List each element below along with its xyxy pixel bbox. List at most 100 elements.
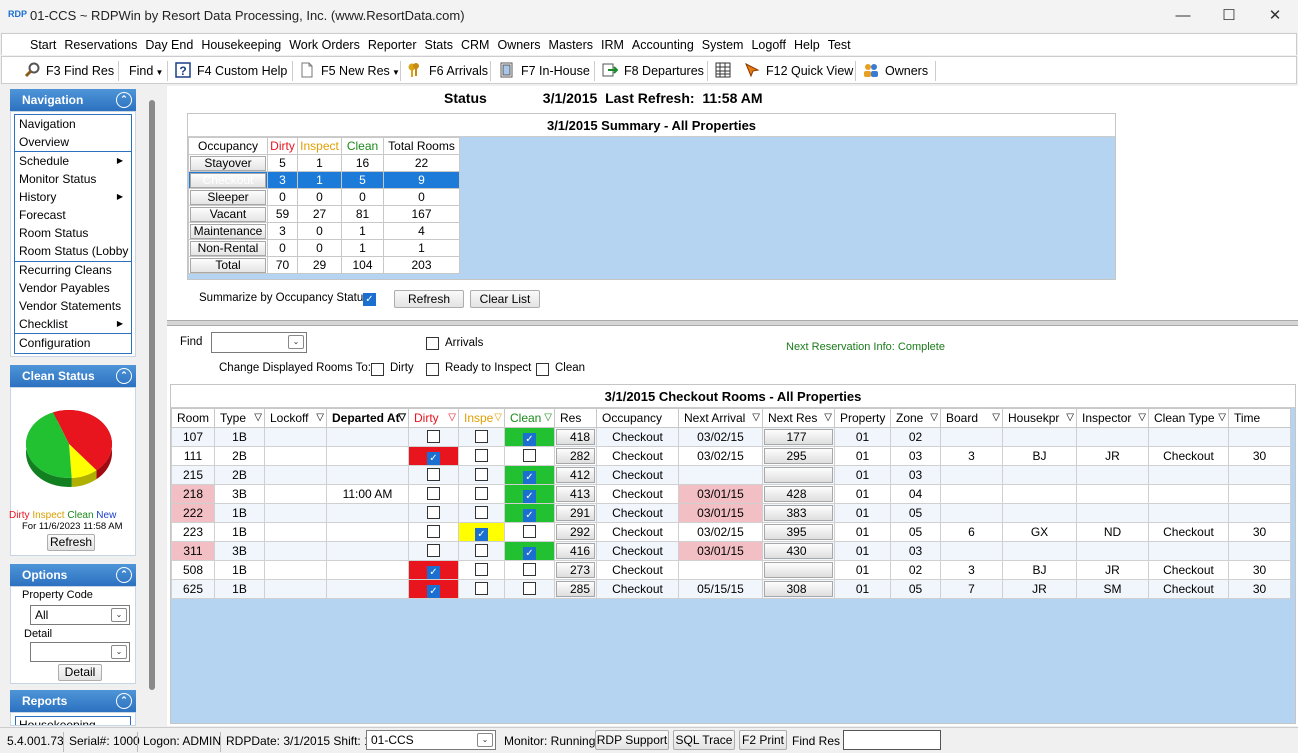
clean-checkbox[interactable]: ✓ (523, 489, 536, 503)
dirty-checkbox[interactable] (427, 506, 440, 519)
dirty-checkbox[interactable] (371, 363, 384, 376)
column-header[interactable]: Dirty ▽ (408, 408, 459, 428)
menu-test[interactable]: Test (824, 34, 855, 56)
menu-logoff[interactable]: Logoff (747, 34, 790, 56)
column-header[interactable]: Zone ▽ (890, 408, 941, 428)
column-header[interactable]: Res (554, 408, 597, 428)
inspect-checkbox[interactable] (475, 582, 488, 595)
occupancy-button[interactable]: Non-Rental (190, 240, 266, 256)
summarize-checkbox[interactable]: ✓ (363, 293, 376, 306)
quick-view-button[interactable]: F12 Quick View (744, 60, 853, 82)
next-res-button[interactable]: 308 (764, 581, 833, 597)
clean-status-refresh-button[interactable]: Refresh (47, 534, 95, 551)
departures-button[interactable]: F8 Departures (602, 60, 704, 82)
filter-icon[interactable]: ▽ (992, 412, 1000, 423)
filter-icon[interactable]: ▽ (448, 412, 456, 423)
nav-item-vendor-payables[interactable]: Vendor Payables (19, 280, 110, 296)
filter-icon[interactable]: ▽ (494, 412, 502, 423)
res-button[interactable]: 285 (556, 581, 595, 597)
summary-row[interactable]: Vacant 59 27 81 167 (188, 205, 460, 223)
column-header[interactable]: Clean Type ▽ (1148, 408, 1229, 428)
nav-item-room-status-lobby[interactable]: Room Status (Lobby (19, 243, 128, 259)
new-res-button[interactable]: F5 New Res ▼ (299, 60, 400, 82)
res-button[interactable]: 416 (556, 543, 595, 559)
nav-item-overview[interactable]: Overview (19, 134, 69, 150)
menu-start[interactable]: Start (26, 34, 60, 56)
filter-icon[interactable]: ▽ (398, 412, 406, 423)
left-panel-scrollbar[interactable] (149, 100, 155, 690)
collapse-icon[interactable]: ⌃ (116, 693, 132, 709)
nav-item-vendor-statements[interactable]: Vendor Statements (19, 298, 121, 314)
filter-icon[interactable]: ▽ (1066, 412, 1074, 423)
next-res-button[interactable]: 383 (764, 505, 833, 521)
splitter[interactable] (167, 320, 1298, 326)
dirty-checkbox[interactable] (427, 544, 440, 557)
column-header[interactable]: Type ▽ (214, 408, 265, 428)
occupancy-button[interactable]: Vacant (190, 206, 266, 222)
close-button[interactable]: ✕ (1252, 0, 1298, 32)
menu-work-orders[interactable]: Work Orders (285, 34, 364, 56)
menu-help[interactable]: Help (790, 34, 824, 56)
res-button[interactable]: 413 (556, 486, 595, 502)
print-button[interactable]: F2 Print (739, 730, 787, 750)
inspect-checkbox[interactable] (475, 487, 488, 500)
res-button[interactable]: 418 (556, 429, 595, 445)
res-button[interactable]: 273 (556, 562, 595, 578)
clean-checkbox[interactable] (523, 525, 536, 538)
table-row[interactable]: 311 3B ✓ 416 Checkout 03/01/15 430 01 03 (171, 541, 1291, 561)
res-button[interactable]: 291 (556, 505, 595, 521)
dirty-checkbox[interactable] (427, 525, 440, 538)
menu-masters[interactable]: Masters (545, 34, 597, 56)
filter-icon[interactable]: ▽ (1138, 412, 1146, 423)
menu-day-end[interactable]: Day End (141, 34, 197, 56)
menu-housekeeping[interactable]: Housekeeping (197, 34, 285, 56)
table-row[interactable]: 508 1B ✓ 273 Checkout 01 02 3 BJ JR Checkout 30 (171, 560, 1291, 580)
filter-icon[interactable]: ▽ (752, 412, 760, 423)
nav-item-history[interactable]: History (19, 189, 56, 205)
clean-checkbox[interactable] (523, 563, 536, 576)
collapse-icon[interactable]: ⌃ (116, 567, 132, 583)
custom-help-button[interactable]: ? F4 Custom Help (175, 60, 287, 82)
filter-icon[interactable]: ▽ (930, 412, 938, 423)
dirty-checkbox[interactable]: ✓ (427, 451, 440, 465)
column-header[interactable]: Property (834, 408, 891, 428)
table-row[interactable]: 215 2B ✓ 412 Checkout 01 03 (171, 465, 1291, 485)
nav-item-checklist[interactable]: Checklist (19, 316, 68, 332)
menu-owners[interactable]: Owners (493, 34, 544, 56)
find-res-button[interactable]: F3 Find Res (24, 60, 114, 82)
inspect-checkbox[interactable] (475, 563, 488, 576)
res-button[interactable]: 292 (556, 524, 595, 540)
filter-icon[interactable]: ▽ (254, 412, 262, 423)
next-res-button[interactable]: 430 (764, 543, 833, 559)
detail-button[interactable]: Detail (58, 664, 102, 681)
clean-checkbox[interactable]: ✓ (523, 470, 536, 484)
inspect-checkbox[interactable] (475, 468, 488, 481)
minimize-button[interactable]: — (1160, 0, 1206, 32)
clean-status-panel-header[interactable]: Clean Status ⌃ (10, 365, 136, 387)
clean-checkbox[interactable] (536, 363, 549, 376)
collapse-icon[interactable]: ⌃ (116, 368, 132, 384)
menu-crm[interactable]: CRM (457, 34, 493, 56)
occupancy-button[interactable]: Total (190, 257, 266, 273)
menu-reservations[interactable]: Reservations (60, 34, 141, 56)
dirty-checkbox[interactable]: ✓ (427, 584, 440, 598)
inspect-checkbox[interactable] (475, 506, 488, 519)
occupancy-button[interactable]: Maintenance (190, 223, 266, 239)
reports-panel-header[interactable]: Reports ⌃ (10, 690, 136, 712)
column-header[interactable]: Next Arrival ▽ (678, 408, 763, 428)
clean-checkbox[interactable]: ✓ (523, 432, 536, 446)
reports-item[interactable]: Housekeeping (15, 716, 131, 725)
property-select[interactable]: 01-CCS ⌄ (366, 730, 496, 750)
menu-irm[interactable]: IRM (597, 34, 628, 56)
table-row[interactable]: 222 1B ✓ 291 Checkout 03/01/15 383 01 05 (171, 503, 1291, 523)
filter-icon[interactable]: ▽ (1218, 412, 1226, 423)
summary-row[interactable]: Sleeper 0 0 0 0 (188, 188, 460, 206)
table-row[interactable]: 111 2B ✓ 282 Checkout 03/02/15 295 01 03 3 BJ JR Che… (171, 446, 1291, 466)
occupancy-button[interactable]: Checkout (190, 172, 266, 188)
arrivals-button[interactable]: F6 Arrivals (407, 60, 488, 82)
nav-item-configuration[interactable]: Configuration (19, 335, 90, 351)
find-res-input[interactable] (843, 730, 941, 750)
clear-list-button[interactable]: Clear List (470, 290, 540, 308)
column-header[interactable]: Board ▽ (940, 408, 1003, 428)
nav-item-recurring-cleans[interactable]: Recurring Cleans (19, 262, 112, 278)
